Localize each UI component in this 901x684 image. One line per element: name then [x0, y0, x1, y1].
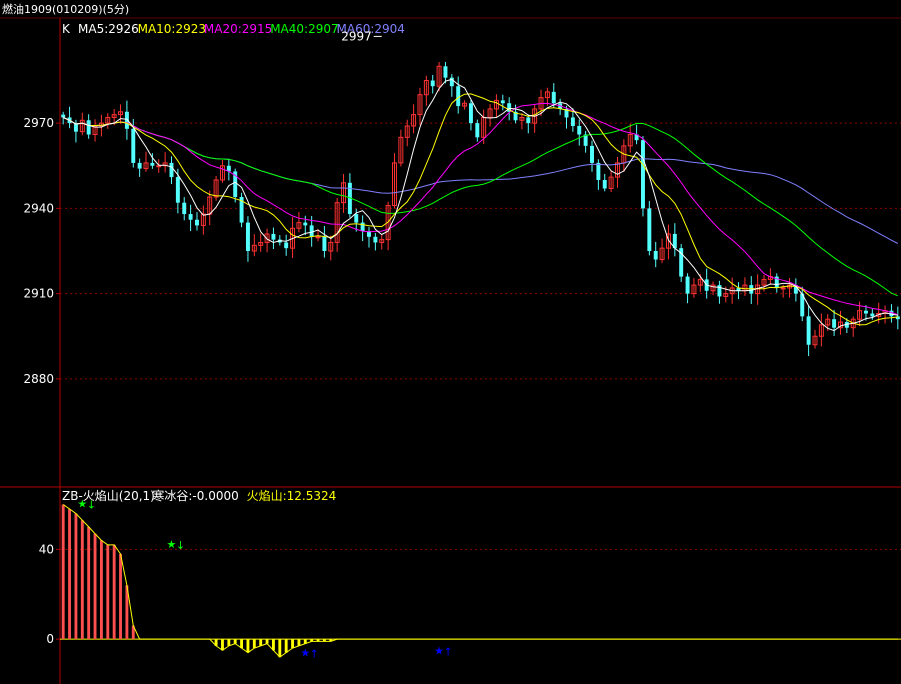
- buy-signal-arrow-icon: ↑: [310, 648, 319, 661]
- candle-body-down: [456, 86, 461, 107]
- candle-body-down: [271, 233, 276, 240]
- legend-ma10: MA10:2923: [138, 22, 206, 36]
- candle-body-down: [590, 145, 594, 163]
- candle-body-down: [475, 123, 480, 138]
- indicator-envelope-line: [62, 504, 898, 658]
- candle-body-down: [284, 242, 289, 249]
- candle-body-down: [86, 120, 91, 135]
- candle-body-down: [468, 103, 473, 124]
- series-line-ma60: [62, 117, 899, 244]
- candle-body-down: [169, 162, 174, 178]
- candle-body-down: [500, 100, 505, 104]
- chart-canvas[interactable]: 燃油1909(010209)(5分) 2970 2940 2910 2880 K MA5:2…: [0, 0, 901, 684]
- candle-body-down: [551, 91, 556, 104]
- candle-body-down: [577, 125, 582, 135]
- candle-body-down: [647, 208, 652, 251]
- candle-body-down: [360, 222, 365, 232]
- price-tick-label-2910: 2910: [23, 287, 54, 301]
- candle-body-down: [175, 177, 180, 203]
- candle-body-down: [570, 117, 575, 126]
- legend-ma20: MA20:2915: [204, 22, 272, 36]
- candle-body-down: [640, 140, 645, 209]
- candle-body-down: [131, 128, 136, 163]
- window-title: 燃油1909(010209)(5分): [2, 2, 129, 16]
- candle-body-up: [156, 165, 162, 168]
- indicator-legend-fire: 火焰山:12.5324: [247, 488, 337, 503]
- indicator-title: ZB-火焰山(20,1): [62, 488, 155, 503]
- candle-body-down: [685, 276, 690, 294]
- candle-body-down: [373, 236, 378, 243]
- candle-body-down: [863, 310, 868, 314]
- series-line-ma5: [62, 78, 898, 332]
- price-tick-label-2970: 2970: [23, 116, 54, 130]
- legend-ma40: MA40:2907: [270, 22, 338, 36]
- candle-body-down: [137, 162, 142, 169]
- candle-body-down: [806, 316, 811, 345]
- indicator-tick-label-40: 40: [39, 542, 54, 556]
- candle-body-down: [188, 214, 193, 220]
- candle-body-down: [832, 319, 837, 328]
- indicator-tick-label-0: 0: [46, 632, 54, 646]
- candle-body-down: [430, 80, 435, 87]
- sell-signal-arrow-icon: ↓: [176, 539, 185, 552]
- candle-body-down: [443, 66, 448, 78]
- price-tick-label-2880: 2880: [23, 372, 54, 386]
- candle-body-down: [602, 179, 607, 189]
- high-marker-label: 2997: [341, 29, 372, 43]
- legend-ma5: MA5:2926: [78, 22, 139, 36]
- sell-signal-arrow-icon: ↓: [87, 498, 96, 511]
- price-indicator-label: K: [62, 22, 71, 36]
- candle-body-down: [596, 162, 601, 180]
- candle-body-down: [303, 222, 308, 226]
- candle-body-down: [61, 114, 66, 118]
- candle-body-down: [182, 202, 187, 215]
- price-tick-label-2940: 2940: [23, 201, 54, 215]
- candle-body-down: [354, 214, 359, 223]
- candle-body-down: [653, 251, 658, 260]
- candle-body-down: [195, 219, 199, 226]
- candle-body-down: [526, 117, 531, 124]
- buy-signal-arrow-icon: ↑: [443, 645, 452, 658]
- candle-body-down: [870, 313, 875, 317]
- candle-body-down: [150, 162, 155, 166]
- candle-body-up: [780, 287, 786, 290]
- indicator-legend-ice: 寒冰谷:-0.0000: [152, 488, 238, 503]
- candle-body-down: [309, 225, 314, 237]
- candle-body-down: [245, 222, 250, 251]
- candle-body-down: [322, 236, 327, 251]
- candle-body-up: [315, 236, 321, 239]
- series-line-ma40: [62, 117, 898, 297]
